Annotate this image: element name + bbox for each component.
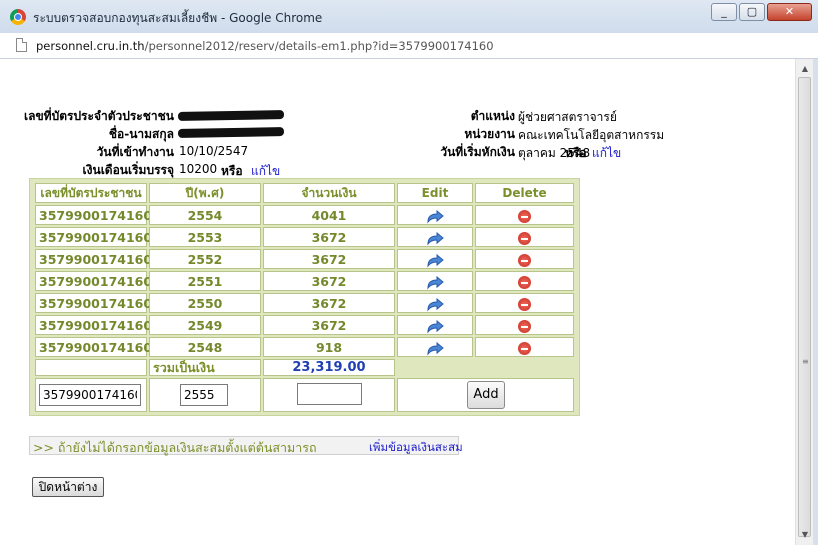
amount-input[interactable] — [297, 383, 362, 405]
url-text[interactable]: personnel.cru.in.th/personnel2012/reserv… — [36, 39, 494, 53]
total-value: 23,319.00 — [263, 359, 395, 376]
delete-icon[interactable] — [518, 210, 531, 223]
row-amount: 918 — [263, 337, 395, 357]
header-delete: Delete — [475, 183, 574, 203]
maximize-button[interactable]: ▢ — [739, 3, 765, 21]
url-host: personnel.cru.in.th — [36, 39, 145, 53]
url-path: /personnel2012/reserv/details-em1.php?id… — [144, 39, 494, 53]
scroll-down-icon[interactable]: ▼ — [796, 527, 814, 543]
window-titlebar: ระบบตรวจสอบกองทุนสะสมเลี้ยงชีพ - Google … — [0, 0, 818, 34]
unit-label: หน่วยงาน — [464, 127, 515, 141]
delete-icon[interactable] — [518, 276, 531, 289]
row-amount: 3672 — [263, 271, 395, 291]
header-edit: Edit — [397, 183, 473, 203]
edit-arrow-icon[interactable] — [426, 253, 444, 268]
header-id: เลขที่บัตรประชาชน — [35, 183, 147, 203]
edit-arrow-icon[interactable] — [426, 275, 444, 290]
close-window-page-button[interactable]: ปิดหน้าต่าง — [32, 477, 104, 497]
deduct-edit-link[interactable]: แก้ไข — [592, 144, 621, 163]
total-label: รวมเป็นเงิน — [149, 359, 261, 376]
edit-arrow-icon[interactable] — [426, 231, 444, 246]
vertical-scrollbar[interactable]: ▲ ≡ ▼ — [795, 59, 814, 545]
row-year: 2553 — [149, 227, 261, 247]
row-delete-cell — [475, 249, 574, 269]
minimize-button[interactable]: _ — [711, 3, 737, 21]
row-year: 2548 — [149, 337, 261, 357]
row-amount: 4041 — [263, 205, 395, 225]
row-id: 3579900174160 — [35, 337, 152, 357]
scroll-grip-icon: ≡ — [802, 357, 809, 366]
row-delete-cell — [475, 293, 574, 313]
header-year: ปี(พ.ศ) — [149, 183, 261, 203]
redacted-id — [177, 110, 285, 121]
row-delete-cell — [475, 227, 574, 247]
row-year: 2550 — [149, 293, 261, 313]
edit-arrow-icon[interactable] — [426, 341, 444, 356]
row-year: 2549 — [149, 315, 261, 335]
row-edit-cell — [397, 315, 473, 335]
id-label: เลขที่บัตรประจำตัวประชาชน — [24, 109, 174, 123]
id-input[interactable] — [39, 384, 141, 406]
name-label: ชื่อ-นามสกุล — [108, 127, 174, 141]
page-icon — [16, 38, 27, 52]
row-delete-cell — [475, 205, 574, 225]
row-id: 3579900174160 — [35, 227, 152, 247]
position-label: ตำแหน่ง — [470, 109, 515, 123]
position-value: ผู้ช่วยศาสตราจารย์ — [518, 110, 617, 124]
salary-value: 10200 — [179, 162, 218, 176]
deduct-or-text: หรือ — [565, 146, 587, 160]
start-date-value: 10/10/2547 — [179, 144, 249, 158]
delete-icon[interactable] — [518, 232, 531, 245]
row-id: 3579900174160 — [35, 293, 152, 313]
delete-icon[interactable] — [518, 320, 531, 333]
row-delete-cell — [475, 315, 574, 335]
row-edit-cell — [397, 337, 473, 357]
edit-arrow-icon[interactable] — [426, 297, 444, 312]
row-year: 2552 — [149, 249, 261, 269]
row-delete-cell — [475, 271, 574, 291]
notice-text: >> ถ้ายังไม่ได้กรอกข้อมูลเงินสะสมตั้งแต่… — [33, 440, 317, 455]
row-year: 2554 — [149, 205, 261, 225]
row-edit-cell — [397, 227, 473, 247]
header-amount: จำนวนเงิน — [263, 183, 395, 203]
unit-value: คณะเทคโนโลยีอุตสาหกรรม — [518, 128, 665, 142]
row-year: 2551 — [149, 271, 261, 291]
edit-arrow-icon[interactable] — [426, 319, 444, 334]
row-edit-cell — [397, 249, 473, 269]
start-date-label: วันที่เข้าทำงาน — [96, 145, 174, 159]
row-amount: 3672 — [263, 227, 395, 247]
delete-icon[interactable] — [518, 298, 531, 311]
notice-bar: >> ถ้ายังไม่ได้กรอกข้อมูลเงินสะสมตั้งแต่… — [29, 436, 463, 455]
scroll-up-icon[interactable]: ▲ — [796, 61, 814, 77]
row-edit-cell — [397, 271, 473, 291]
row-amount: 3672 — [263, 315, 395, 335]
row-id: 3579900174160 — [35, 315, 152, 335]
delete-icon[interactable] — [518, 254, 531, 267]
address-bar[interactable]: personnel.cru.in.th/personnel2012/reserv… — [0, 33, 818, 59]
edit-arrow-icon[interactable] — [426, 209, 444, 224]
row-delete-cell — [475, 337, 574, 357]
row-id: 3579900174160 — [35, 271, 152, 291]
delete-icon[interactable] — [518, 342, 531, 355]
total-spacer — [35, 359, 147, 376]
chrome-logo-icon — [10, 9, 26, 25]
row-amount: 3672 — [263, 293, 395, 313]
row-id: 3579900174160 — [35, 249, 152, 269]
add-contribution-link[interactable]: เพิ่มข้อมูลเงินสะสม — [369, 439, 463, 457]
row-edit-cell — [397, 205, 473, 225]
window-frame-edge — [813, 59, 818, 545]
close-window-button[interactable]: ✕ — [767, 3, 812, 21]
deduct-date-label: วันที่เริ่มหักเงิน — [440, 145, 515, 159]
row-id: 3579900174160 — [35, 205, 152, 225]
year-input[interactable] — [180, 384, 228, 406]
add-button[interactable]: Add — [467, 381, 505, 409]
scroll-thumb[interactable]: ≡ — [798, 77, 811, 537]
redacted-name — [177, 127, 285, 138]
row-amount: 3672 — [263, 249, 395, 269]
row-edit-cell — [397, 293, 473, 313]
window-title: ระบบตรวจสอบกองทุนสะสมเลี้ยงชีพ - Google … — [33, 11, 323, 25]
